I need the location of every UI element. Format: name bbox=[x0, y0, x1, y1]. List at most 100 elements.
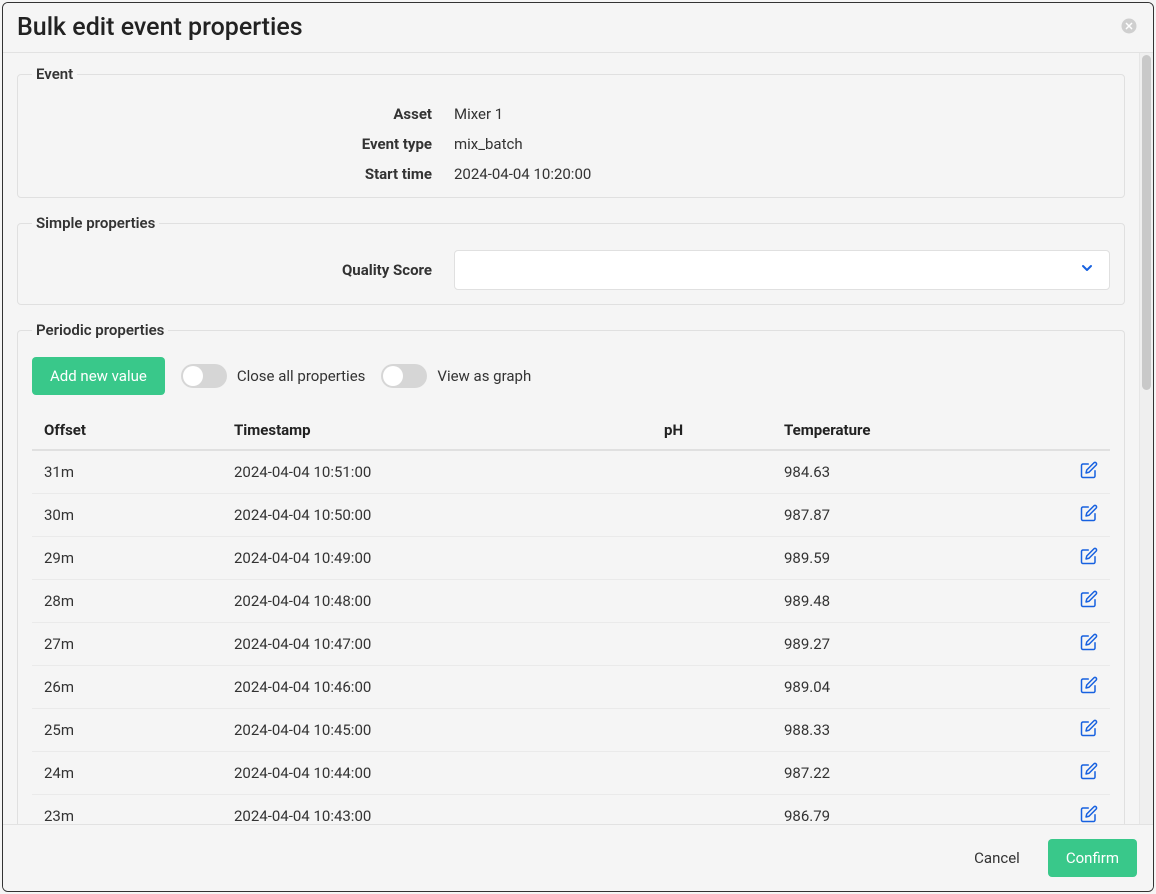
cell-offset: 24m bbox=[32, 752, 222, 795]
bulk-edit-dialog: Bulk edit event properties Event Asset M… bbox=[2, 2, 1154, 892]
cell-temperature: 984.63 bbox=[772, 450, 1068, 494]
cell-temperature: 989.04 bbox=[772, 666, 1068, 709]
dialog-header: Bulk edit event properties bbox=[3, 3, 1153, 53]
cell-temperature: 986.79 bbox=[772, 795, 1068, 825]
table-header: Offset Timestamp pH Temperature bbox=[32, 411, 1110, 450]
edit-row-button[interactable] bbox=[1080, 676, 1098, 698]
start-time-label: Start time bbox=[32, 165, 432, 183]
cell-timestamp: 2024-04-04 10:43:00 bbox=[222, 795, 652, 825]
event-legend: Event bbox=[32, 65, 77, 83]
cell-offset: 23m bbox=[32, 795, 222, 825]
edit-icon bbox=[1080, 762, 1098, 784]
close-all-toggle[interactable] bbox=[181, 364, 227, 388]
edit-row-button[interactable] bbox=[1080, 633, 1098, 655]
table-row: 29m2024-04-04 10:49:00989.59 bbox=[32, 537, 1110, 580]
cell-action bbox=[1068, 623, 1110, 666]
asset-label: Asset bbox=[32, 105, 432, 123]
cell-temperature: 987.22 bbox=[772, 752, 1068, 795]
cell-temperature: 989.48 bbox=[772, 580, 1068, 623]
event-grid: Asset Mixer 1 Event type mix_batch Start… bbox=[32, 95, 1110, 183]
cell-timestamp: 2024-04-04 10:47:00 bbox=[222, 623, 652, 666]
cell-timestamp: 2024-04-04 10:51:00 bbox=[222, 450, 652, 494]
cell-ph bbox=[652, 666, 772, 709]
cell-action bbox=[1068, 666, 1110, 709]
edit-row-button[interactable] bbox=[1080, 547, 1098, 569]
edit-icon bbox=[1080, 504, 1098, 526]
table-row: 28m2024-04-04 10:48:00 989.48 bbox=[32, 580, 1110, 623]
table-row: 31m2024-04-04 10:51:00 984.63 bbox=[32, 450, 1110, 494]
cell-ph bbox=[652, 494, 772, 537]
column-temperature: Temperature bbox=[772, 411, 1068, 450]
cell-ph bbox=[652, 580, 772, 623]
edit-row-button[interactable] bbox=[1080, 461, 1098, 483]
edit-icon bbox=[1080, 547, 1098, 569]
cell-timestamp: 2024-04-04 10:45:00 bbox=[222, 709, 652, 752]
column-timestamp: Timestamp bbox=[222, 411, 652, 450]
column-offset: Offset bbox=[32, 411, 222, 450]
cell-ph bbox=[652, 450, 772, 494]
cell-timestamp: 2024-04-04 10:48:00 bbox=[222, 580, 652, 623]
edit-icon bbox=[1080, 805, 1098, 824]
start-time-value: 2024-04-04 10:20:00 bbox=[454, 165, 1110, 183]
table-row: 24m2024-04-04 10:44:00 987.22 bbox=[32, 752, 1110, 795]
table-row: 25m2024-04-04 10:45:00988.33 bbox=[32, 709, 1110, 752]
close-button[interactable] bbox=[1119, 18, 1139, 38]
periodic-properties-fieldset: Periodic properties Add new value Close … bbox=[17, 321, 1125, 824]
dialog-footer: Cancel Confirm bbox=[3, 824, 1153, 891]
edit-icon bbox=[1080, 590, 1098, 612]
edit-icon bbox=[1080, 719, 1098, 741]
dialog-body: Event Asset Mixer 1 Event type mix_batch… bbox=[3, 53, 1139, 824]
cell-action bbox=[1068, 580, 1110, 623]
cell-offset: 31m bbox=[32, 450, 222, 494]
cell-action bbox=[1068, 494, 1110, 537]
column-action bbox=[1068, 411, 1110, 450]
properties-table: Offset Timestamp pH Temperature 31m2024-… bbox=[32, 411, 1110, 824]
cell-offset: 26m bbox=[32, 666, 222, 709]
dialog-body-wrap: Event Asset Mixer 1 Event type mix_batch… bbox=[3, 53, 1153, 824]
edit-row-button[interactable] bbox=[1080, 504, 1098, 526]
view-as-graph-label: View as graph bbox=[437, 367, 531, 385]
table-row: 30m2024-04-04 10:50:00987.87 bbox=[32, 494, 1110, 537]
table-row: 26m2024-04-04 10:46:00 989.04 bbox=[32, 666, 1110, 709]
quality-score-select[interactable] bbox=[454, 250, 1110, 290]
cell-timestamp: 2024-04-04 10:44:00 bbox=[222, 752, 652, 795]
scrollbar[interactable] bbox=[1139, 53, 1153, 824]
quality-score-row: Quality Score bbox=[32, 244, 1110, 290]
scrollbar-thumb[interactable] bbox=[1142, 55, 1151, 390]
cell-action bbox=[1068, 709, 1110, 752]
confirm-button[interactable]: Confirm bbox=[1048, 839, 1137, 877]
cell-action bbox=[1068, 537, 1110, 580]
cell-temperature: 987.87 bbox=[772, 494, 1068, 537]
cell-temperature: 989.59 bbox=[772, 537, 1068, 580]
cancel-button[interactable]: Cancel bbox=[956, 839, 1038, 877]
event-fieldset: Event Asset Mixer 1 Event type mix_batch… bbox=[17, 65, 1125, 198]
cell-ph bbox=[652, 623, 772, 666]
view-as-graph-toggle-wrap: View as graph bbox=[381, 364, 531, 388]
add-new-value-button[interactable]: Add new value bbox=[32, 357, 165, 395]
view-as-graph-toggle[interactable] bbox=[381, 364, 427, 388]
simple-legend: Simple properties bbox=[32, 214, 159, 232]
cell-offset: 28m bbox=[32, 580, 222, 623]
cell-timestamp: 2024-04-04 10:46:00 bbox=[222, 666, 652, 709]
edit-row-button[interactable] bbox=[1080, 762, 1098, 784]
table-row: 27m2024-04-04 10:47:00 989.27 bbox=[32, 623, 1110, 666]
edit-row-button[interactable] bbox=[1080, 805, 1098, 824]
cell-action bbox=[1068, 450, 1110, 494]
column-ph: pH bbox=[652, 411, 772, 450]
edit-row-button[interactable] bbox=[1080, 719, 1098, 741]
cell-ph bbox=[652, 709, 772, 752]
cell-temperature: 989.27 bbox=[772, 623, 1068, 666]
cell-ph bbox=[652, 752, 772, 795]
close-all-label: Close all properties bbox=[237, 367, 366, 385]
edit-row-button[interactable] bbox=[1080, 590, 1098, 612]
edit-icon bbox=[1080, 633, 1098, 655]
table-body: 31m2024-04-04 10:51:00 984.6330m2024-04-0… bbox=[32, 450, 1110, 824]
close-icon bbox=[1120, 17, 1138, 39]
cell-offset: 27m bbox=[32, 623, 222, 666]
cell-action bbox=[1068, 752, 1110, 795]
simple-properties-fieldset: Simple properties Quality Score bbox=[17, 214, 1125, 305]
asset-value: Mixer 1 bbox=[454, 105, 1110, 123]
chevron-down-icon bbox=[1079, 260, 1095, 280]
cell-offset: 29m bbox=[32, 537, 222, 580]
cell-ph bbox=[652, 795, 772, 825]
